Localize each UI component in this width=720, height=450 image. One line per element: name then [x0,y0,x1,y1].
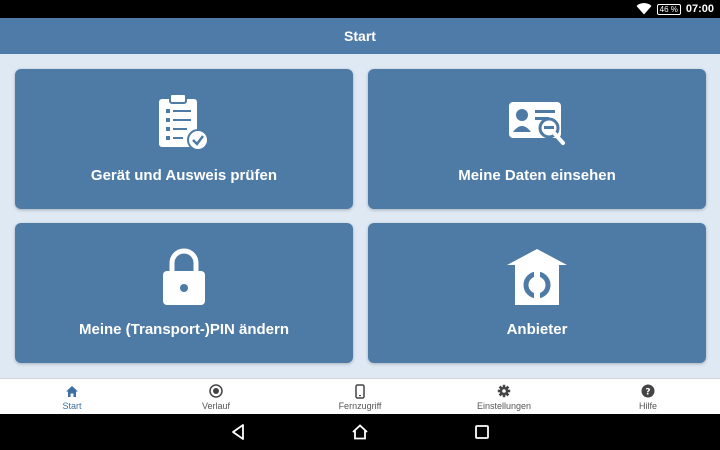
provider-house-icon [502,247,572,307]
nav-label: Start [62,401,82,411]
check-device-id-tile[interactable]: Gerät und Ausweis prüfen [15,69,353,209]
system-navigation-bar [0,414,720,450]
recents-icon[interactable] [473,423,491,441]
tile-label: Anbieter [506,321,568,338]
help-icon: ? [640,383,656,399]
nav-item-fernzugriff[interactable]: Fernzugriff [288,379,432,414]
change-pin-tile[interactable]: Meine (Transport-)PIN ändern [15,223,353,363]
tile-label: Meine (Transport-)PIN ändern [78,321,290,338]
history-icon [208,383,224,399]
battery-indicator: 46 % [656,3,681,15]
nav-label: Fernzugriff [338,401,382,411]
nav-item-einstellungen[interactable]: Einstellungen [432,379,576,414]
lock-icon [149,247,219,307]
wifi-icon [636,3,652,15]
gear-icon [496,383,512,399]
tile-label: Gerät und Ausweis prüfen [90,167,278,184]
nav-label: Verlauf [201,401,231,411]
svg-text:?: ? [645,388,650,398]
tile-label: Meine Daten einsehen [458,167,616,184]
status-indicators: 46 % 07:00 [636,0,714,18]
status-clock: 07:00 [685,3,714,15]
home-icon [64,383,80,399]
smartphone-icon [352,383,368,399]
checklist-icon [149,93,219,153]
app-bar: Start [0,18,720,54]
home-circle-icon[interactable] [351,423,369,441]
start-content: Gerät und Ausweis prüfen Meine Daten ein… [0,54,720,378]
nav-label: Hilfe [638,401,657,411]
provider-tile[interactable]: Anbieter [368,223,706,363]
back-icon[interactable] [229,423,247,441]
nav-item-verlauf[interactable]: Verlauf [144,379,288,414]
id-card-search-icon [502,93,572,153]
status-bar: 46 % 07:00 [0,0,720,18]
bottom-navigation: Start Verlauf Fernzugriff Einstellungen … [0,378,720,414]
view-my-data-tile[interactable]: Meine Daten einsehen [368,69,706,209]
nav-item-hilfe[interactable]: ? Hilfe [576,379,720,414]
nav-label: Einstellungen [476,401,532,411]
nav-item-start[interactable]: Start [0,379,144,414]
page-title: Start [344,28,376,44]
